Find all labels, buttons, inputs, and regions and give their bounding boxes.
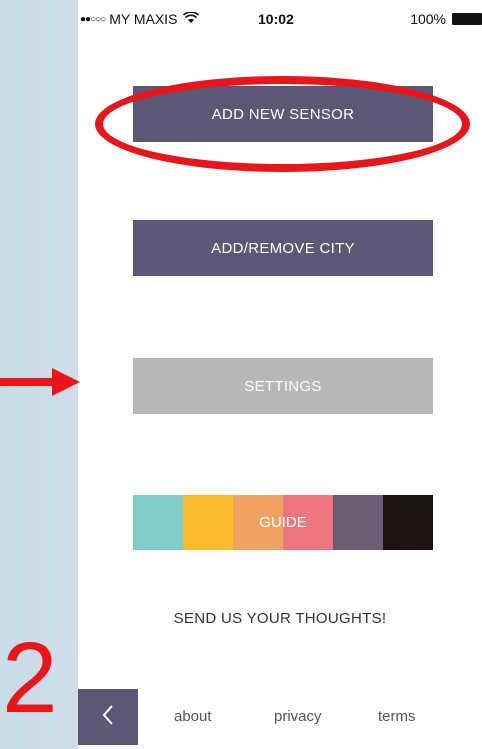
back-button[interactable]: [78, 689, 138, 745]
signal-strength-icon: ●●○○○: [80, 13, 106, 25]
wifi-icon: [183, 10, 200, 27]
send-thoughts-link[interactable]: SEND US YOUR THOUGHTS!: [78, 610, 482, 627]
guide-label: GUIDE: [259, 514, 307, 531]
carrier-name: MY MAXIS: [109, 11, 178, 27]
status-left: ●●○○○ MY MAXIS: [80, 10, 200, 27]
chevron-left-icon: [101, 704, 115, 731]
guide-button[interactable]: GUIDE: [133, 495, 433, 550]
status-time: 10:02: [258, 11, 294, 27]
battery-percent: 100%: [410, 11, 446, 27]
terms-link[interactable]: terms: [378, 708, 416, 725]
add-remove-city-button[interactable]: ADD/REMOVE CITY: [133, 220, 433, 276]
settings-button[interactable]: SETTINGS: [133, 358, 433, 414]
about-link[interactable]: about: [174, 708, 212, 725]
battery-icon: [452, 13, 482, 25]
pointer-arrow-icon: [0, 366, 82, 403]
status-bar: ●●○○○ MY MAXIS 10:02 100%: [78, 0, 482, 36]
privacy-link[interactable]: privacy: [274, 708, 322, 725]
highlight-oval: [95, 76, 470, 172]
step-number: 2: [2, 622, 58, 734]
status-right: 100%: [410, 11, 482, 27]
